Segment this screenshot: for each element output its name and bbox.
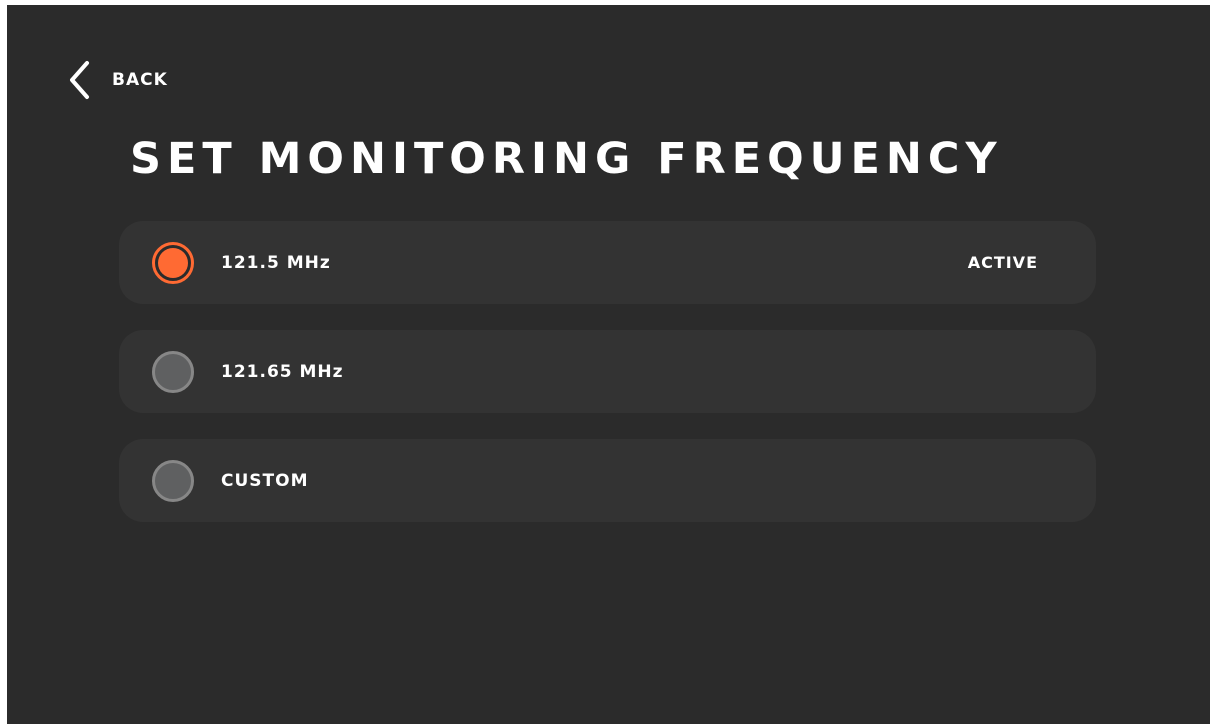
active-status-label: ACTIVE <box>967 253 1038 272</box>
back-button[interactable]: BACK <box>67 60 168 100</box>
frequency-options-list: 121.5 MHz ACTIVE 121.65 MHz CUSTOM <box>119 221 1096 548</box>
chevron-left-icon <box>67 60 93 100</box>
back-label: BACK <box>112 70 168 90</box>
radio-dot <box>158 247 188 278</box>
frequency-option-label: 121.5 MHz <box>221 252 331 273</box>
frequency-option-label: 121.65 MHz <box>221 361 344 382</box>
frequency-screen: BACK SET MONITORING FREQUENCY 121.5 MHz … <box>7 5 1210 724</box>
frequency-option-custom[interactable]: CUSTOM <box>119 439 1096 522</box>
radio-selected-icon[interactable] <box>152 241 194 284</box>
page-title: SET MONITORING FREQUENCY <box>130 134 1003 184</box>
radio-unselected-icon[interactable] <box>152 350 194 393</box>
frequency-option-label: CUSTOM <box>221 470 309 491</box>
radio-unselected-icon[interactable] <box>152 459 194 502</box>
frequency-option-121-65[interactable]: 121.65 MHz <box>119 330 1096 413</box>
frequency-option-121-5[interactable]: 121.5 MHz ACTIVE <box>119 221 1096 304</box>
